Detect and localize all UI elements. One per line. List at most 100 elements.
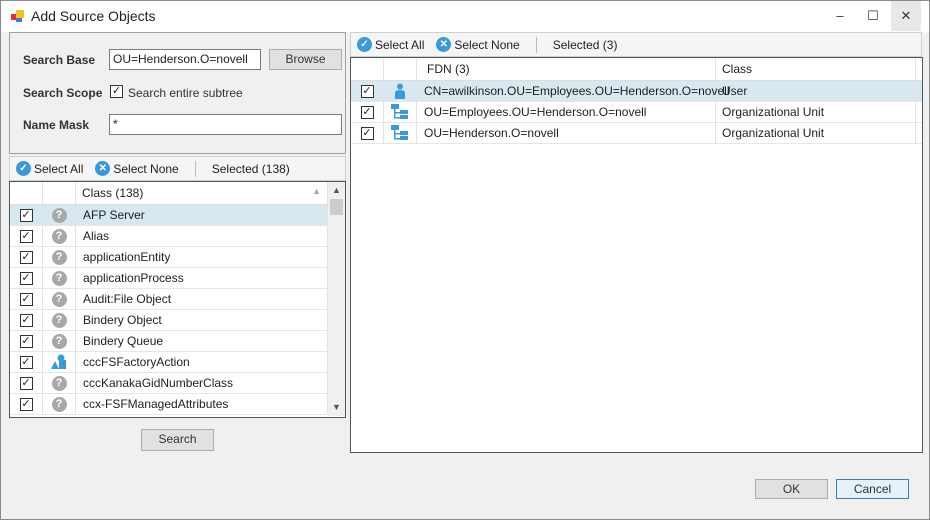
results-list-header: FDN (3) Class <box>351 58 922 81</box>
select-all-label: Select All <box>34 161 84 176</box>
fdn-cell: OU=Henderson.O=novell <box>417 123 716 143</box>
class-row[interactable]: ✓? Bindery Queue <box>10 331 345 352</box>
scroll-thumb[interactable] <box>330 199 343 215</box>
fdn-cell: CN=awilkinson.OU=Employees.OU=Henderson.… <box>417 81 729 101</box>
row-checkbox[interactable]: ✓ <box>19 229 33 243</box>
scroll-down-icon[interactable]: ▼ <box>328 399 345 416</box>
scroll-up-icon[interactable]: ▲ <box>328 182 345 199</box>
class-row[interactable]: ✓? applicationEntity <box>10 247 345 268</box>
close-button[interactable]: ✕ <box>891 1 921 31</box>
result-row[interactable]: ✓ OU=Employees.OU=Henderson.O=novell Organ… <box>351 102 922 123</box>
toolbar-divider <box>194 160 196 177</box>
class-name: Audit:File Object <box>76 289 328 309</box>
row-checkbox[interactable]: ✓ <box>360 84 374 98</box>
class-list-scrollbar[interactable]: ▲ ▼ <box>328 182 345 416</box>
class-cell: Organizational Unit <box>716 123 916 143</box>
search-form: Search Base OU=Henderson.O=novell Browse… <box>9 32 346 154</box>
select-none-button[interactable]: ✕ Select None <box>95 161 179 176</box>
class-row[interactable]: ✓? AFP Server <box>10 205 345 226</box>
class-row[interactable]: ✓? ccx-FSFManagedAttributes <box>10 394 345 415</box>
org-unit-icon <box>391 125 408 140</box>
unknown-class-icon: ? <box>51 291 67 307</box>
unknown-class-icon: ? <box>51 249 67 265</box>
unknown-class-icon: ? <box>51 270 67 286</box>
window-title: Add Source Objects <box>31 8 156 24</box>
select-none-label: Select None <box>454 37 520 52</box>
unknown-class-icon: ? <box>51 207 67 223</box>
result-row[interactable]: ✓ CN=awilkinson.OU=Employees.OU=Henderson… <box>351 81 922 102</box>
name-mask-label: Name Mask <box>23 118 90 132</box>
check-circle-icon: ✓ <box>357 37 372 52</box>
class-cell: User <box>716 81 916 101</box>
subtree-checkbox[interactable]: ✓ <box>110 85 123 98</box>
toolbar-divider <box>535 36 537 53</box>
cancel-button[interactable]: Cancel <box>836 479 909 499</box>
x-circle-icon: ✕ <box>436 37 452 52</box>
search-base-input[interactable]: OU=Henderson.O=novell <box>109 49 261 70</box>
search-scope-label: Search Scope <box>23 86 103 100</box>
class-name: Bindery Queue <box>76 331 328 351</box>
select-none-label: Select None <box>113 161 179 176</box>
class-name: applicationEntity <box>76 247 328 267</box>
row-checkbox[interactable]: ✓ <box>360 105 374 119</box>
minimize-button[interactable]: ‒ <box>825 1 855 31</box>
class-column-header[interactable]: Class (138) ▲ <box>76 182 328 204</box>
left-toolbar: ✓ Select All ✕ Select None Selected (138) <box>9 156 346 181</box>
row-checkbox[interactable]: ✓ <box>19 376 33 390</box>
user-icon <box>395 83 405 99</box>
row-checkbox[interactable]: ✓ <box>360 126 374 140</box>
results-list: FDN (3) Class ✓ CN=awilkinson.OU=Employee… <box>350 57 923 453</box>
search-button[interactable]: Search <box>141 429 214 451</box>
class-row[interactable]: ✓? applicationProcess <box>10 268 345 289</box>
selected-count: Selected (3) <box>552 37 618 52</box>
class-column-header[interactable]: Class <box>716 58 916 80</box>
name-mask-input[interactable]: * <box>109 114 342 135</box>
row-checkbox[interactable]: ✓ <box>19 313 33 327</box>
class-name: ccx-FSFManagedAttributes <box>76 394 328 414</box>
select-all-label: Select All <box>375 37 425 52</box>
row-checkbox[interactable]: ✓ <box>19 271 33 285</box>
class-row[interactable]: ✓? Alias <box>10 226 345 247</box>
class-name: cccKanakaGidNumberClass <box>76 373 328 393</box>
app-icon <box>11 10 24 22</box>
subtree-label: Search entire subtree <box>128 86 243 100</box>
row-checkbox[interactable]: ✓ <box>19 355 33 369</box>
result-row[interactable]: ✓ OU=Henderson.O=novell Organizational Uni… <box>351 123 922 144</box>
browse-button[interactable]: Browse <box>269 49 342 70</box>
unknown-class-icon: ? <box>51 228 67 244</box>
class-row[interactable]: ✓? Audit:File Object <box>10 289 345 310</box>
ok-button[interactable]: OK <box>755 479 828 499</box>
fdn-cell: OU=Employees.OU=Henderson.O=novell <box>417 102 716 122</box>
class-header-label: Class (138) <box>82 186 144 200</box>
select-all-button[interactable]: ✓ Select All <box>357 37 424 52</box>
unknown-class-icon: ? <box>51 333 67 349</box>
class-name: cccFSFactoryAction <box>76 352 328 372</box>
row-checkbox[interactable]: ✓ <box>19 292 33 306</box>
maximize-button[interactable]: ☐ <box>858 1 888 31</box>
class-row[interactable]: ✓ cccFSFactoryAction <box>10 352 345 373</box>
unknown-class-icon: ? <box>51 312 67 328</box>
class-list-header: Class (138) ▲ <box>10 182 345 205</box>
sort-asc-icon: ▲ <box>312 186 321 196</box>
x-circle-icon: ✕ <box>95 161 111 176</box>
class-name: applicationProcess <box>76 268 328 288</box>
class-row[interactable]: ✓? cccKanakaGidNumberClass <box>10 373 345 394</box>
class-cell: Organizational Unit <box>716 102 916 122</box>
row-checkbox[interactable]: ✓ <box>19 208 33 222</box>
title-bar: Add Source Objects ‒ ☐ ✕ <box>1 1 929 32</box>
org-unit-icon <box>391 104 408 119</box>
class-row[interactable]: ✓? Bindery Object <box>10 310 345 331</box>
class-name: Alias <box>76 226 328 246</box>
select-none-button[interactable]: ✕ Select None <box>436 37 520 52</box>
selected-count: Selected (138) <box>211 161 290 176</box>
class-name: AFP Server <box>76 205 328 225</box>
class-list: Class (138) ▲ ✓? AFP Server ✓? Alias ✓? applic… <box>9 181 346 418</box>
dialog-window: Add Source Objects ‒ ☐ ✕ Search Base OU=… <box>0 0 930 520</box>
unknown-class-icon: ? <box>51 375 67 391</box>
fdn-column-header[interactable]: FDN (3) <box>417 58 716 80</box>
select-all-button[interactable]: ✓ Select All <box>16 161 83 176</box>
class-name: Bindery Object <box>76 310 328 330</box>
row-checkbox[interactable]: ✓ <box>19 397 33 411</box>
row-checkbox[interactable]: ✓ <box>19 250 33 264</box>
row-checkbox[interactable]: ✓ <box>19 334 33 348</box>
